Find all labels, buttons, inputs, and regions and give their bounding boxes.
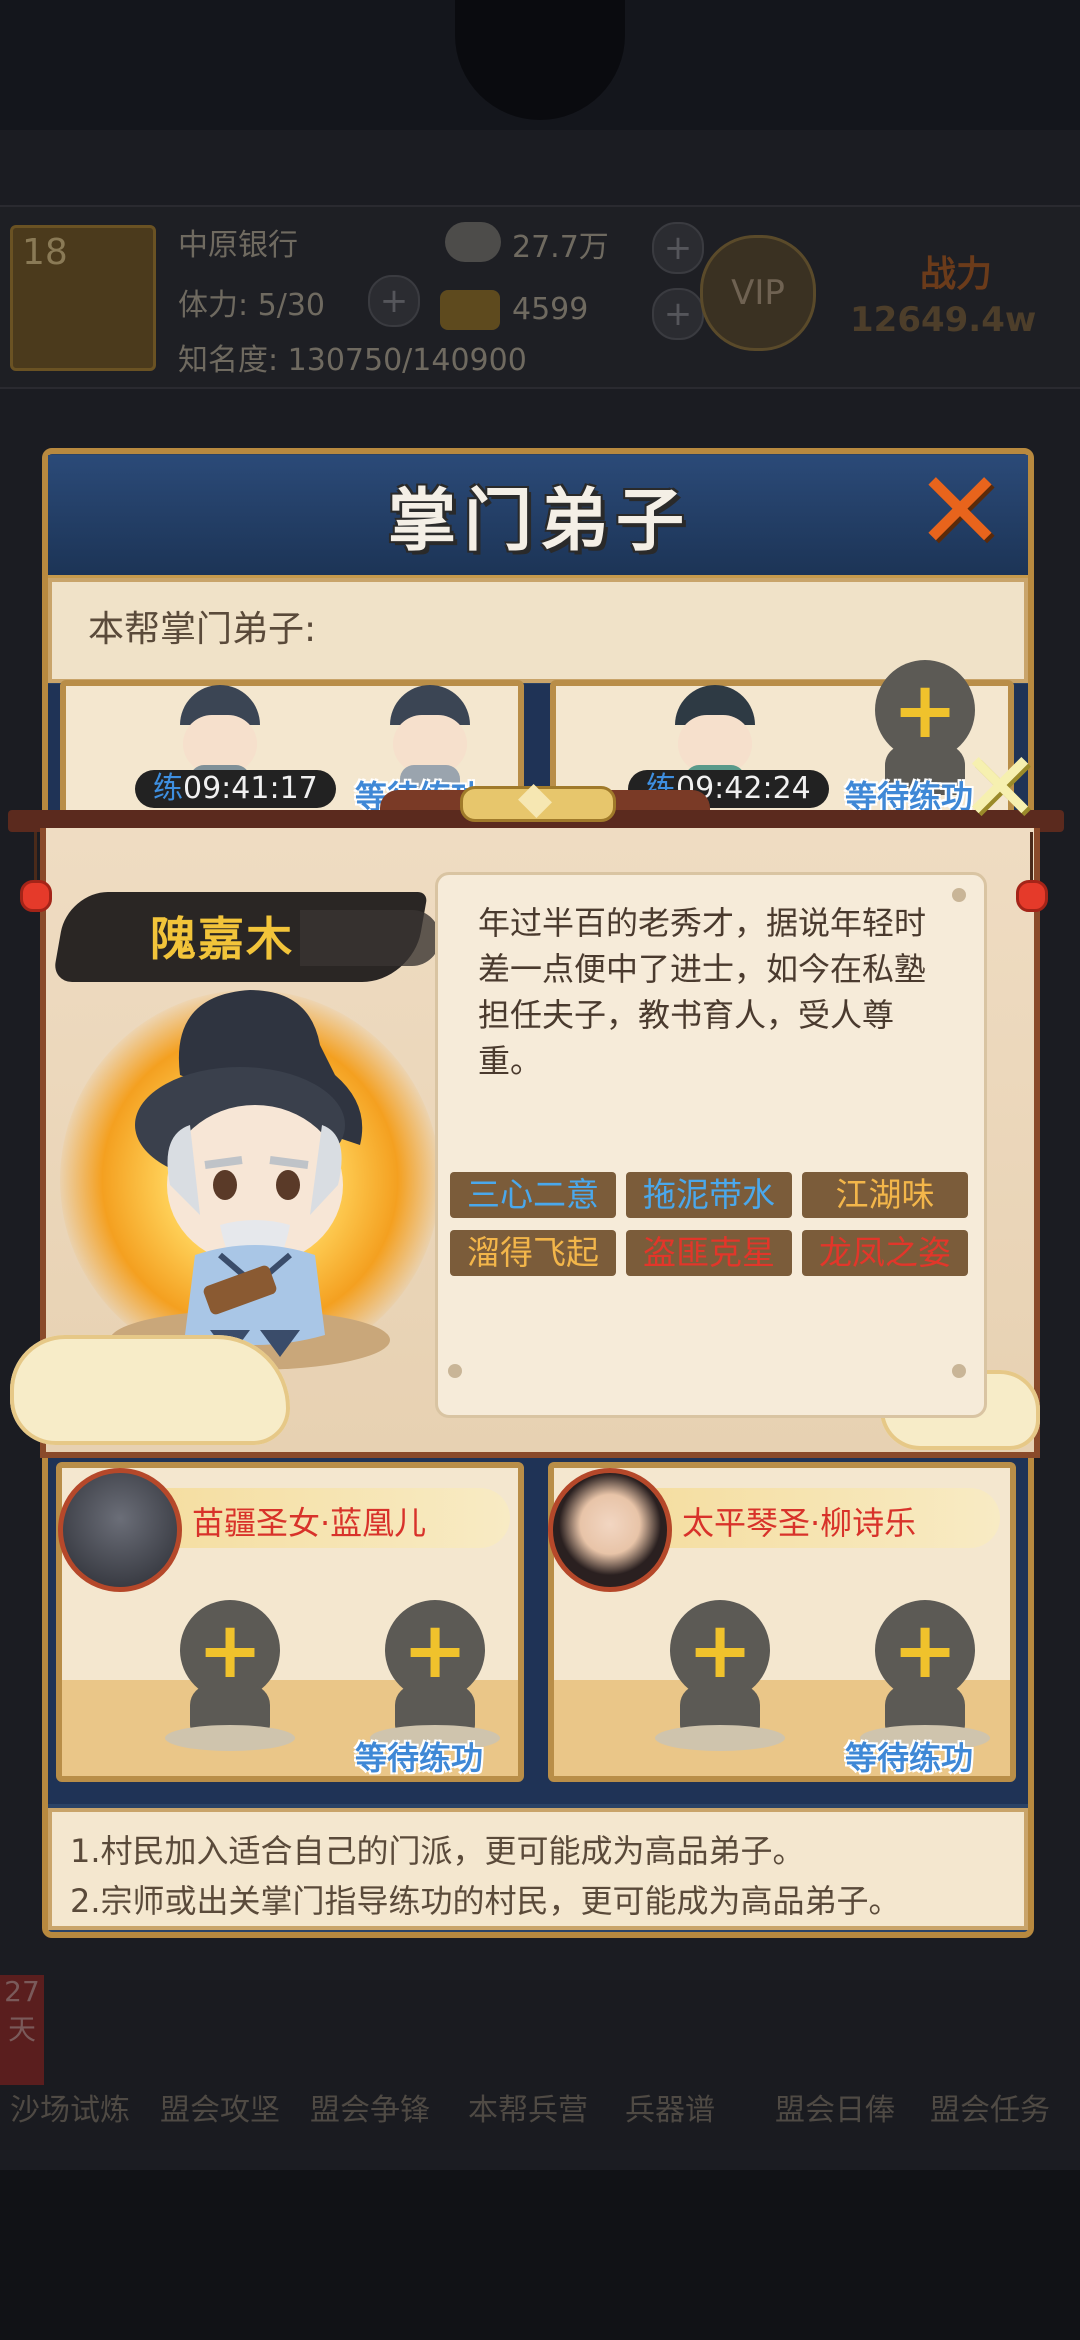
character-description: 年过半百的老秀才，据说年轻时差一点便中了进士，如今在私塾担任夫子，教书育人，受人… bbox=[478, 904, 927, 1080]
silver-amount: 27.7万 bbox=[512, 230, 609, 265]
lantern-string bbox=[1030, 832, 1033, 882]
nav-sandfield-trial[interactable]: 沙场试炼 bbox=[0, 2085, 140, 2129]
nav-alliance-siege[interactable]: 盟会攻坚 bbox=[150, 2085, 290, 2129]
trait-tag[interactable]: 三心二意 bbox=[450, 1172, 616, 1218]
tip-2: 2.宗师或出关掌门指导练功的村民，更可能成为高品弟子。 bbox=[70, 1882, 901, 1920]
master-name-2: 太平琴圣·柳诗乐 bbox=[682, 1504, 917, 1542]
side-badge[interactable]: 27天 bbox=[0, 1975, 44, 2085]
timer-prefix: 练 bbox=[153, 771, 183, 806]
gold-amount: 4599 bbox=[512, 292, 589, 327]
nav-alliance-contest[interactable]: 盟会争锋 bbox=[300, 2085, 440, 2129]
card-corner-dot bbox=[448, 1364, 462, 1378]
lantern-string bbox=[34, 832, 37, 882]
name-brush-tail bbox=[300, 910, 440, 966]
card-corner-dot bbox=[952, 888, 966, 902]
gold-plus-button[interactable]: + bbox=[652, 288, 704, 340]
character-name: 隗嘉木 bbox=[150, 912, 294, 966]
card-corner-dot bbox=[952, 1364, 966, 1378]
popup-close-button[interactable]: ✕ bbox=[950, 739, 1050, 835]
stamina-text: 体力: 5/30 bbox=[178, 288, 326, 323]
nav-gang-barracks[interactable]: 本帮兵营 bbox=[458, 2085, 598, 2129]
trait-tag[interactable]: 龙凤之姿 bbox=[802, 1230, 968, 1276]
trait-tag[interactable]: 江湖味 bbox=[802, 1172, 968, 1218]
panel-close-button[interactable]: ✕ bbox=[905, 458, 1015, 566]
gold-icon bbox=[440, 290, 500, 330]
trait-tag[interactable]: 溜得飞起 bbox=[450, 1230, 616, 1276]
character-portrait bbox=[135, 990, 363, 1357]
stamina-plus-button[interactable]: + bbox=[368, 275, 420, 327]
tip-1: 1.村民加入适合自己的门派，更可能成为高品弟子。 bbox=[70, 1832, 805, 1870]
trait-label: 盗匪克星 bbox=[643, 1233, 775, 1272]
nav-weapon-list[interactable]: 兵器谱 bbox=[600, 2085, 740, 2129]
panel-subtitle: 本帮掌门弟子: bbox=[88, 609, 317, 650]
bank-name: 中原银行 bbox=[178, 228, 298, 263]
lantern-icon bbox=[1016, 880, 1048, 912]
power-value: 12649.4w bbox=[850, 300, 1037, 340]
empty-slot[interactable]: + bbox=[365, 1600, 505, 1751]
panel-title: 掌门弟子 bbox=[387, 482, 692, 561]
silver-plus-button[interactable]: + bbox=[652, 222, 704, 274]
vip-badge[interactable]: VIP bbox=[700, 235, 816, 351]
empty-slot[interactable]: + bbox=[855, 1600, 995, 1751]
master-portrait-2[interactable] bbox=[548, 1468, 672, 1592]
vip-label: VIP bbox=[731, 273, 785, 313]
silver-icon bbox=[445, 222, 501, 262]
waiting-label: 等待练功 bbox=[845, 1739, 974, 1777]
empty-slot[interactable]: + bbox=[650, 1600, 790, 1751]
power-label: 战力 bbox=[920, 254, 993, 295]
trait-label: 江湖味 bbox=[835, 1175, 935, 1214]
trait-label: 溜得飞起 bbox=[467, 1233, 599, 1272]
master-name-1: 苗疆圣女·蓝凰儿 bbox=[192, 1504, 427, 1542]
cloud-decoration bbox=[10, 1335, 290, 1445]
lantern-icon bbox=[20, 880, 52, 912]
footer-strip bbox=[0, 2170, 1080, 2340]
empty-slot[interactable]: + bbox=[160, 1600, 300, 1751]
trait-label: 拖泥带水 bbox=[643, 1175, 775, 1214]
trait-label: 三心二意 bbox=[467, 1175, 599, 1214]
training-timer-1: 练09:41:17 bbox=[135, 770, 336, 808]
waiting-label: 等待练功 bbox=[355, 1739, 484, 1777]
trait-label: 龙凤之姿 bbox=[819, 1233, 951, 1272]
fame-text: 知名度: 130750/140900 bbox=[178, 343, 527, 378]
nav-alliance-tasks[interactable]: 盟会任务 bbox=[920, 2085, 1060, 2129]
timer-value: 09:41:17 bbox=[183, 771, 318, 806]
master-portrait-1[interactable] bbox=[58, 1468, 182, 1592]
nav-alliance-salary[interactable]: 盟会日俸 bbox=[765, 2085, 905, 2129]
trait-tag[interactable]: 拖泥带水 bbox=[626, 1172, 792, 1218]
trait-tag[interactable]: 盗匪克星 bbox=[626, 1230, 792, 1276]
player-level: 18 bbox=[22, 232, 68, 273]
